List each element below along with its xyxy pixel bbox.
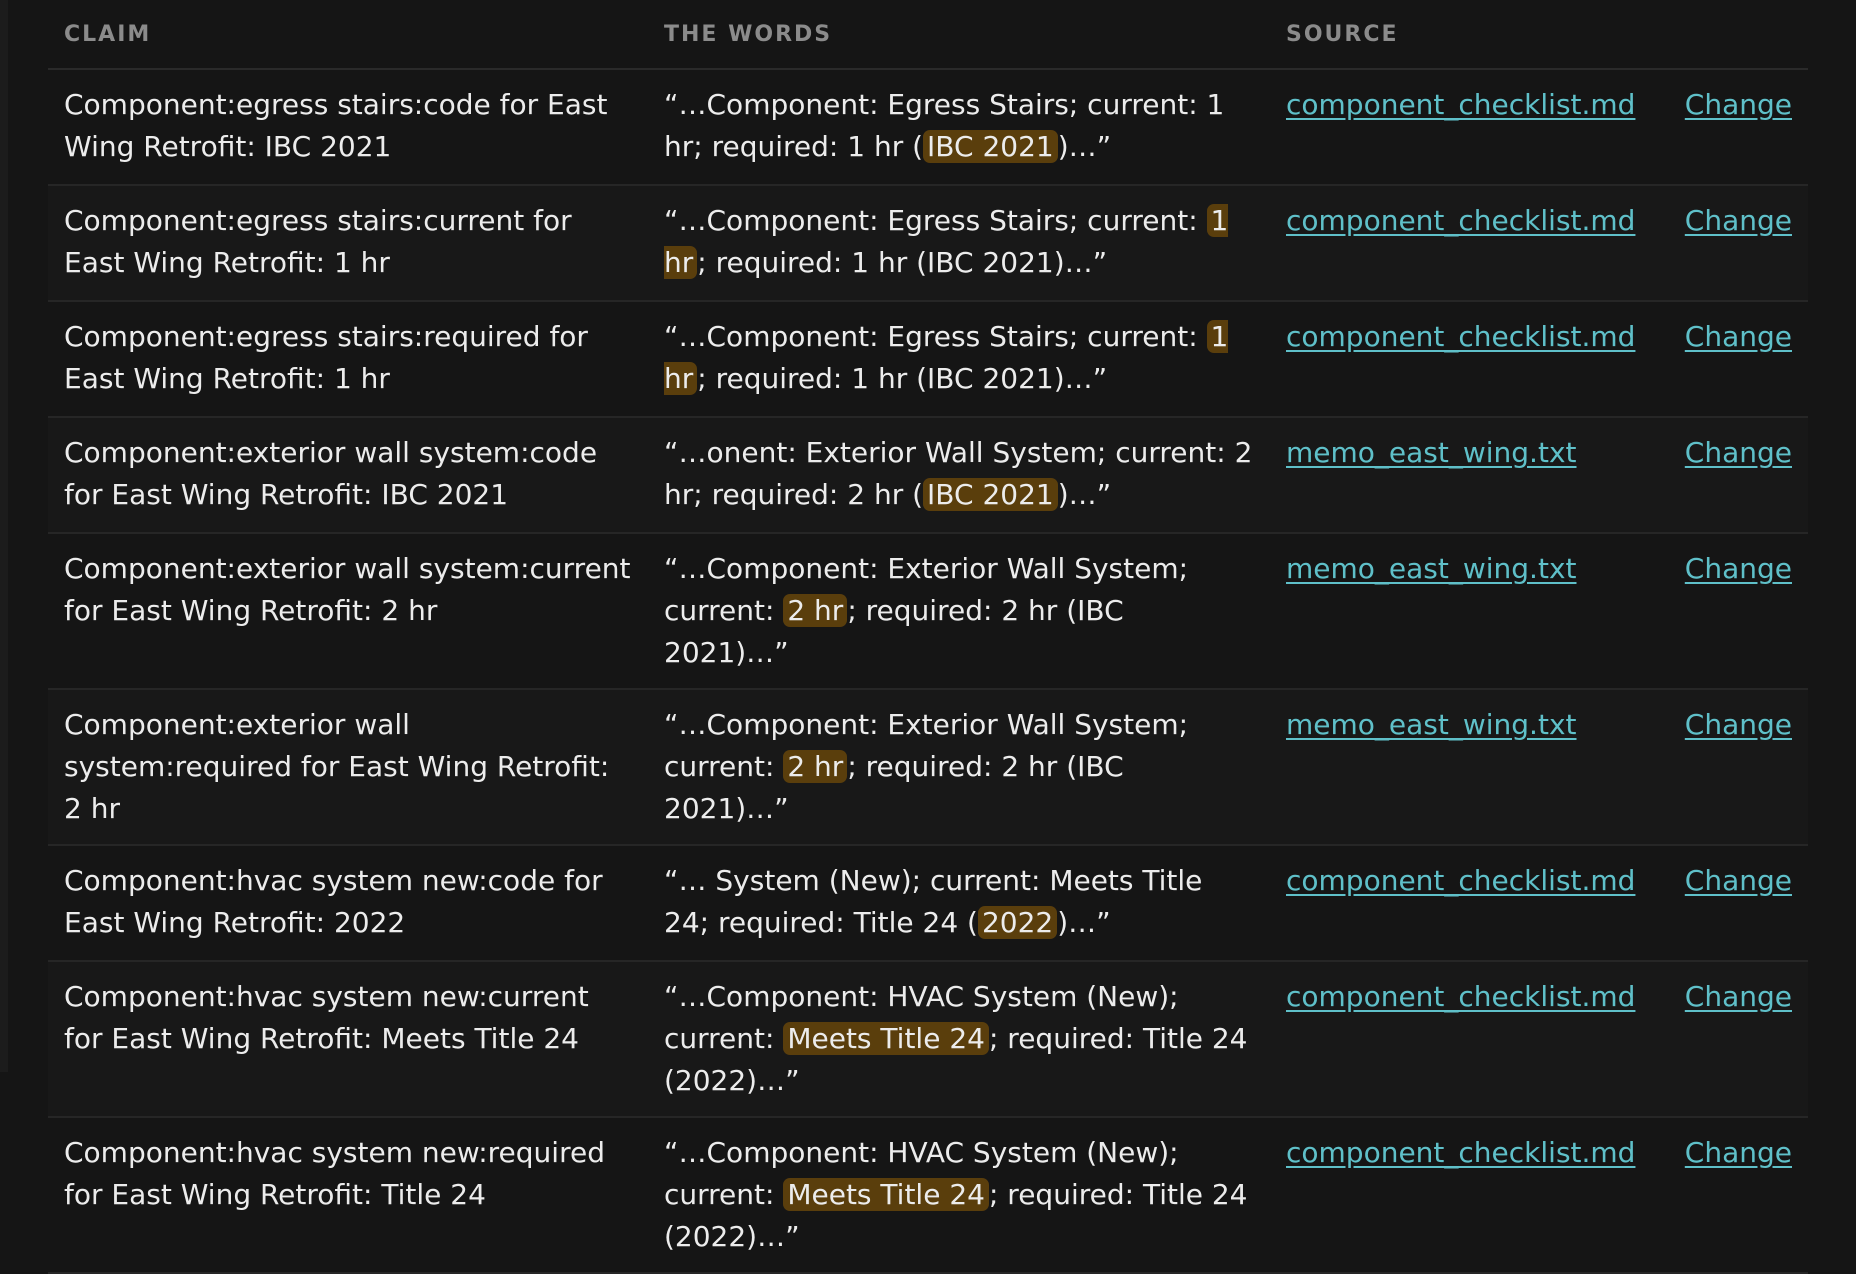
source-link[interactable]: memo_east_wing.txt [1286, 436, 1577, 469]
claim-cell: Component:egress stairs:code for East Wi… [48, 69, 648, 186]
quote-cell: “…Component: HVAC System (New); current:… [648, 1117, 1270, 1274]
source-cell: component_checklist.md [1270, 185, 1658, 302]
source-link[interactable]: memo_east_wing.txt [1286, 552, 1577, 585]
claim-cell: Component:hvac system new:required for E… [48, 1117, 648, 1274]
change-link[interactable]: Change [1685, 1136, 1792, 1169]
quote-text: “…Component: Egress Stairs; current: [664, 204, 1207, 237]
quote-cell: “…Component: HVAC System (New); current:… [648, 961, 1270, 1118]
left-edge-divider [0, 0, 8, 1072]
change-link[interactable]: Change [1685, 436, 1792, 469]
source-cell: component_checklist.md [1270, 301, 1658, 418]
table-row: Component:egress stairs:required for Eas… [48, 301, 1808, 418]
column-header-source: SOURCE [1270, 0, 1658, 70]
action-cell: Change [1658, 185, 1808, 302]
quote-cell: “…Component: Egress Stairs; current: 1 h… [648, 69, 1270, 186]
change-link[interactable]: Change [1685, 88, 1792, 121]
column-header-claim: CLAIM [48, 0, 648, 70]
source-link[interactable]: component_checklist.md [1286, 320, 1635, 353]
claim-cell: Component:exterior wall system:current f… [48, 533, 648, 690]
table-row: Component:exterior wall system:code for … [48, 417, 1808, 534]
quote-text: ; required: 1 hr (IBC 2021)…” [697, 362, 1108, 395]
claim-cell: Component:hvac system new:current for Ea… [48, 961, 648, 1118]
claim-cell: Component:exterior wall system:required … [48, 689, 648, 846]
source-link[interactable]: component_checklist.md [1286, 204, 1635, 237]
claim-cell: Component:egress stairs:required for Eas… [48, 301, 648, 418]
claim-cell: Component:hvac system new:code for East … [48, 845, 648, 962]
quote-highlight: IBC 2021 [923, 478, 1058, 511]
change-link[interactable]: Change [1685, 204, 1792, 237]
quote-text: )…” [1057, 478, 1112, 511]
table-header: CLAIM THE WORDS SOURCE [48, 0, 1808, 70]
source-link[interactable]: memo_east_wing.txt [1286, 708, 1577, 741]
source-cell: memo_east_wing.txt [1270, 689, 1658, 846]
change-link[interactable]: Change [1685, 320, 1792, 353]
claims-table-container: CLAIM THE WORDS SOURCE Component:egress … [48, 0, 1808, 1274]
source-cell: component_checklist.md [1270, 69, 1658, 186]
quote-text: ; required: 1 hr (IBC 2021)…” [697, 246, 1108, 279]
table-body: Component:egress stairs:code for East Wi… [48, 69, 1808, 1274]
quote-text: )…” [1057, 130, 1112, 163]
table-row: Component:exterior wall system:required … [48, 689, 1808, 846]
action-cell: Change [1658, 69, 1808, 186]
table-row: Component:egress stairs:code for East Wi… [48, 69, 1808, 186]
action-cell: Change [1658, 845, 1808, 962]
change-link[interactable]: Change [1685, 980, 1792, 1013]
quote-highlight: IBC 2021 [923, 130, 1058, 163]
quote-cell: “…Component: Egress Stairs; current: 1 h… [648, 301, 1270, 418]
action-cell: Change [1658, 417, 1808, 534]
table-row: Component:hvac system new:code for East … [48, 845, 1808, 962]
source-cell: component_checklist.md [1270, 1117, 1658, 1274]
table-row: Component:hvac system new:current for Ea… [48, 961, 1808, 1118]
header-row: CLAIM THE WORDS SOURCE [48, 0, 1808, 70]
quote-cell: “…Component: Exterior Wall System; curre… [648, 533, 1270, 690]
column-header-action [1658, 0, 1808, 70]
quote-cell: “… System (New); current: Meets Title 24… [648, 845, 1270, 962]
quote-cell: “…Component: Exterior Wall System; curre… [648, 689, 1270, 846]
quote-cell: “…onent: Exterior Wall System; current: … [648, 417, 1270, 534]
source-link[interactable]: component_checklist.md [1286, 980, 1635, 1013]
quote-cell: “…Component: Egress Stairs; current: 1 h… [648, 185, 1270, 302]
source-link[interactable]: component_checklist.md [1286, 864, 1635, 897]
change-link[interactable]: Change [1685, 552, 1792, 585]
quote-highlight: 2 hr [783, 750, 848, 783]
change-link[interactable]: Change [1685, 864, 1792, 897]
action-cell: Change [1658, 533, 1808, 690]
quote-highlight: 2022 [977, 906, 1058, 939]
source-cell: component_checklist.md [1270, 961, 1658, 1118]
quote-highlight: Meets Title 24 [783, 1022, 989, 1055]
quote-highlight: Meets Title 24 [783, 1178, 989, 1211]
source-link[interactable]: component_checklist.md [1286, 1136, 1635, 1169]
change-link[interactable]: Change [1685, 708, 1792, 741]
claim-cell: Component:egress stairs:current for East… [48, 185, 648, 302]
action-cell: Change [1658, 689, 1808, 846]
table-row: Component:hvac system new:required for E… [48, 1117, 1808, 1274]
quote-text: )…” [1057, 906, 1111, 939]
table-row: Component:exterior wall system:current f… [48, 533, 1808, 690]
source-cell: memo_east_wing.txt [1270, 417, 1658, 534]
claims-table: CLAIM THE WORDS SOURCE Component:egress … [48, 0, 1808, 1274]
quote-text: “… System (New); current: Meets Title 24… [664, 864, 1203, 939]
action-cell: Change [1658, 301, 1808, 418]
source-cell: memo_east_wing.txt [1270, 533, 1658, 690]
action-cell: Change [1658, 1117, 1808, 1274]
quote-highlight: 2 hr [783, 594, 848, 627]
column-header-the-words: THE WORDS [648, 0, 1270, 70]
claim-cell: Component:exterior wall system:code for … [48, 417, 648, 534]
action-cell: Change [1658, 961, 1808, 1118]
source-cell: component_checklist.md [1270, 845, 1658, 962]
table-row: Component:egress stairs:current for East… [48, 185, 1808, 302]
source-link[interactable]: component_checklist.md [1286, 88, 1635, 121]
quote-text: “…Component: Egress Stairs; current: [664, 320, 1207, 353]
